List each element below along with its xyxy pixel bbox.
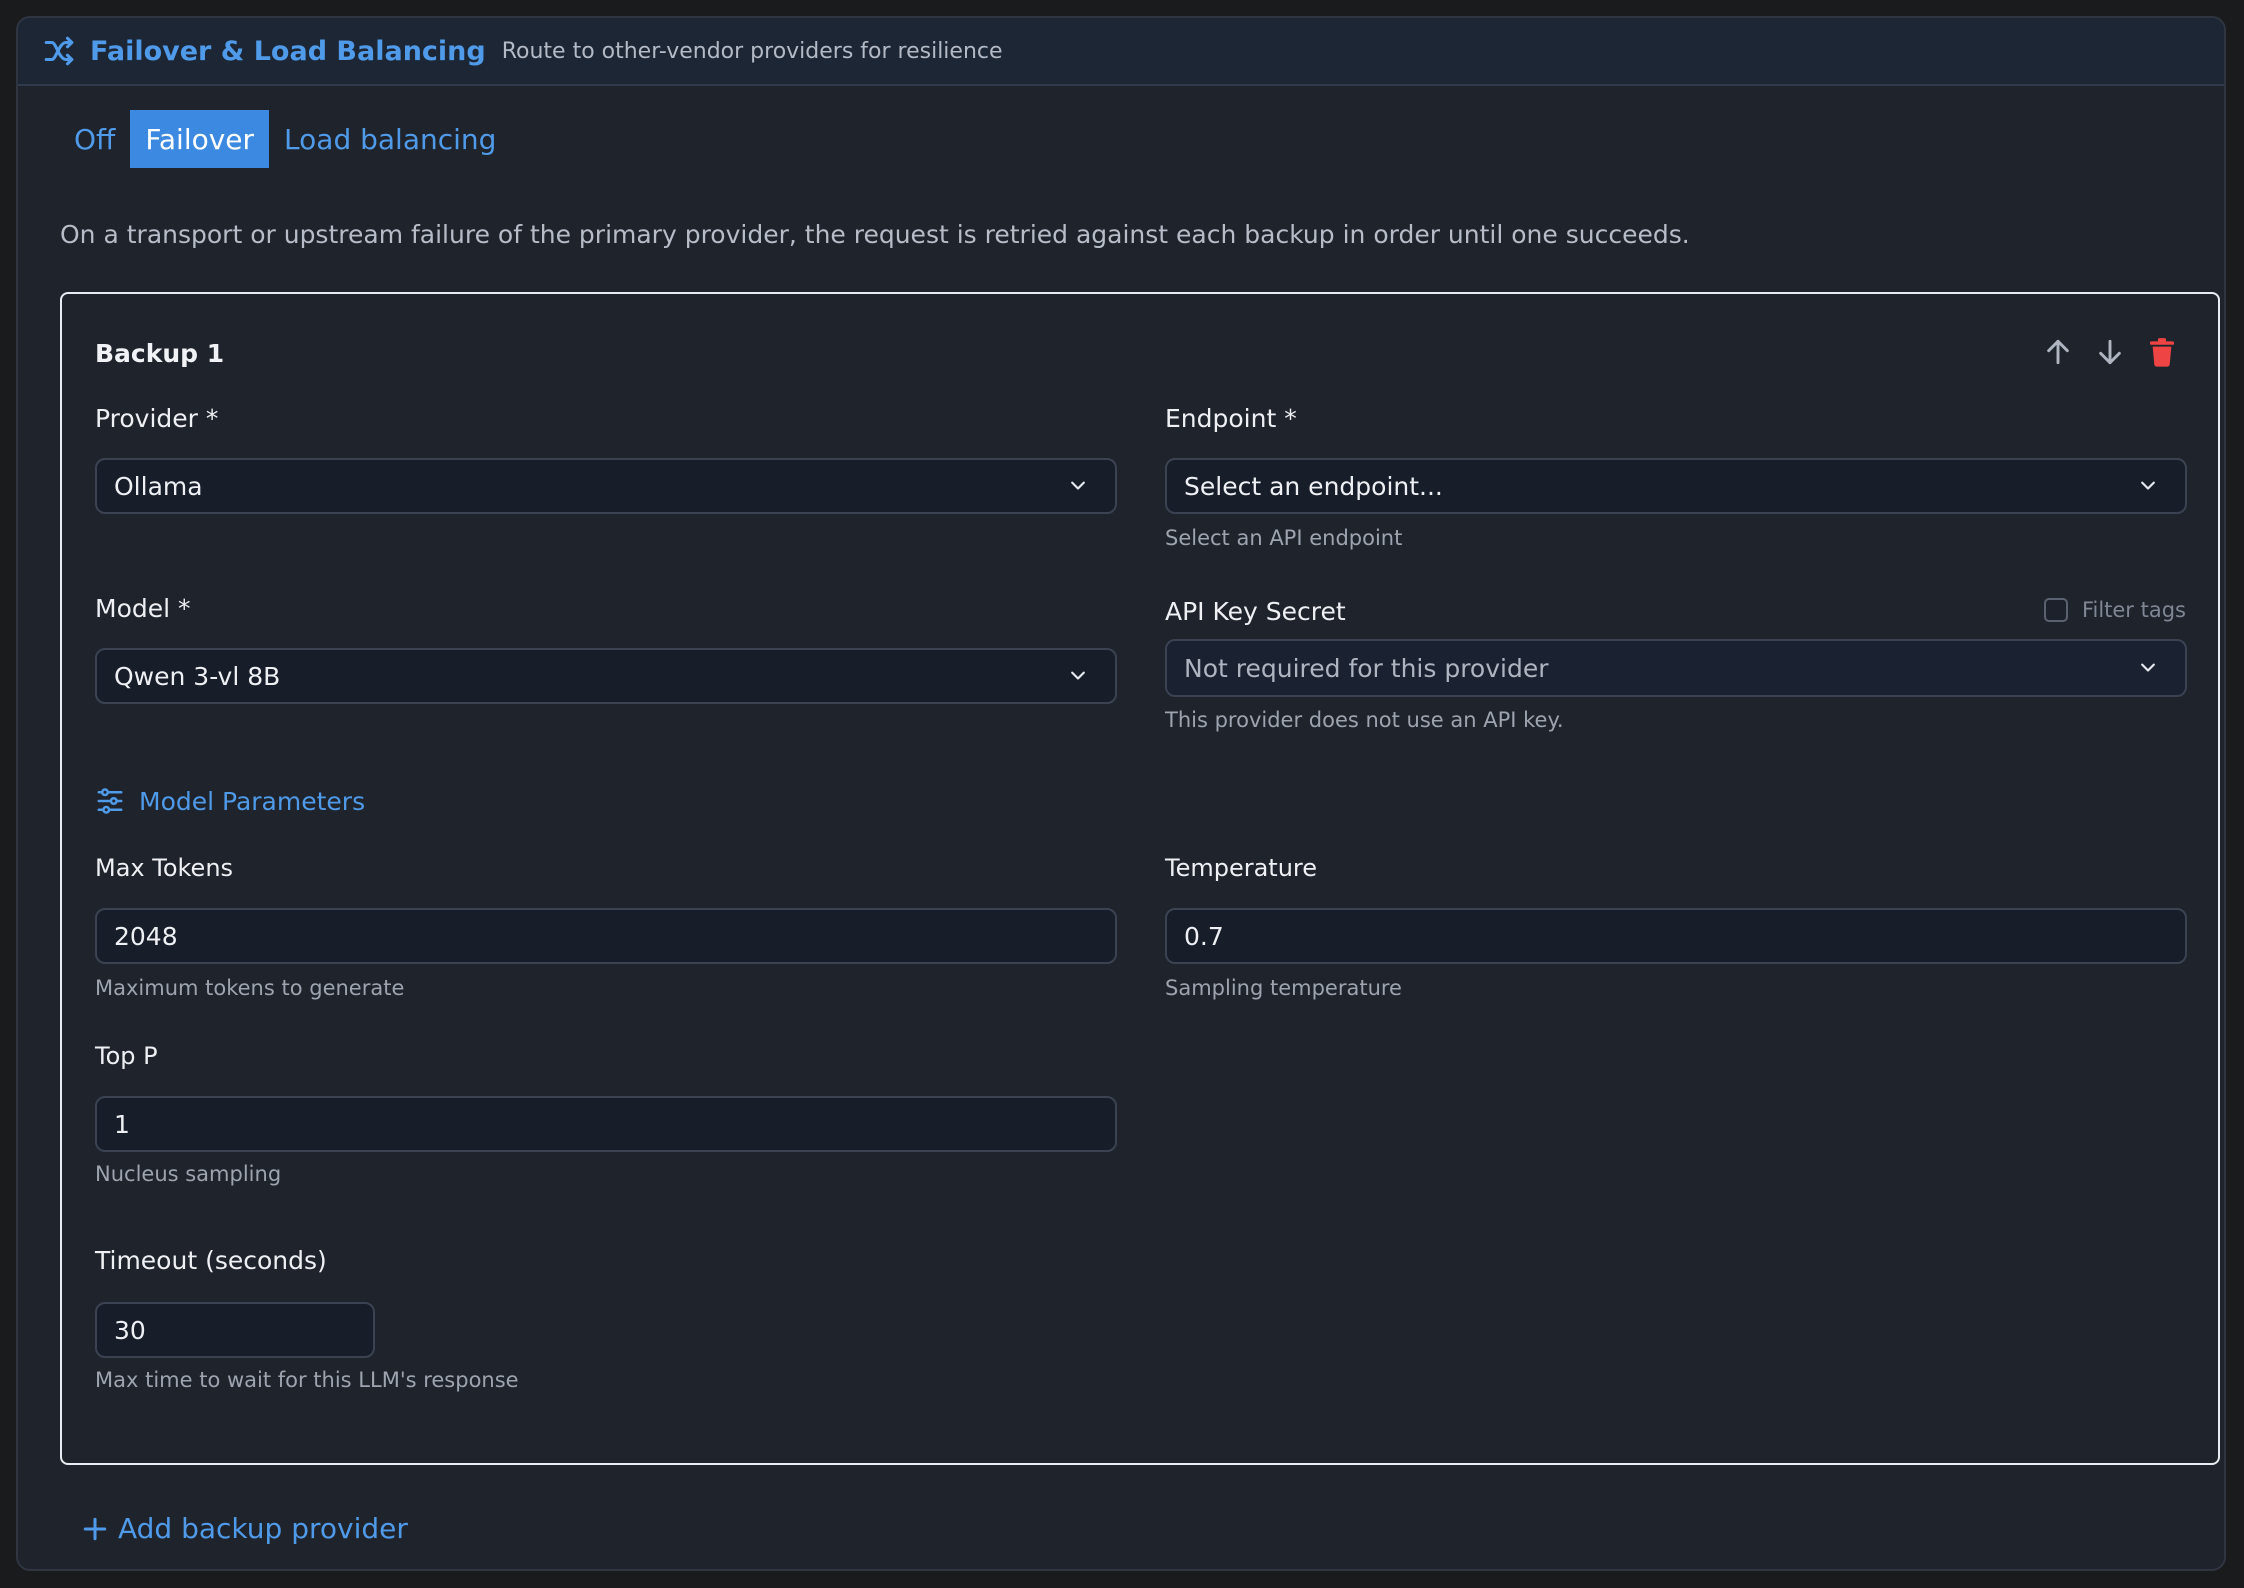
chevron-down-icon	[1071, 481, 1085, 490]
temperature-value: 0.7	[1184, 921, 1224, 951]
mode-load-balancing-tab[interactable]: Load balancing	[269, 110, 511, 168]
mode-selector: Off Failover Load balancing	[60, 110, 511, 168]
chevron-down-icon	[1071, 671, 1085, 680]
endpoint-hint: Select an API endpoint	[1165, 526, 1403, 550]
panel-header: Failover & Load Balancing Route to other…	[18, 18, 2224, 86]
provider-label: Provider *	[95, 404, 219, 433]
api-key-label: API Key Secret	[1165, 597, 1346, 626]
max-tokens-input[interactable]: 2048	[95, 908, 1117, 964]
model-select[interactable]: Qwen 3-vl 8B	[95, 648, 1117, 704]
top-p-input[interactable]: 1	[95, 1096, 1117, 1152]
backup-title: Backup 1	[95, 339, 225, 368]
timeout-label: Timeout (seconds)	[95, 1246, 327, 1275]
plus-icon	[83, 1517, 107, 1540]
max-tokens-label: Max Tokens	[95, 854, 234, 882]
top-p-hint: Nucleus sampling	[95, 1162, 282, 1186]
failover-panel: Failover & Load Balancing Route to other…	[16, 16, 2226, 1571]
max-tokens-value: 2048	[114, 921, 178, 951]
add-backup-button[interactable]: Add backup provider	[82, 1512, 408, 1545]
move-up-icon[interactable]	[2042, 336, 2074, 368]
filter-tags-checkbox[interactable]	[2043, 598, 2068, 622]
max-tokens-hint: Maximum tokens to generate	[95, 976, 405, 1000]
top-p-value: 1	[114, 1109, 130, 1139]
mode-failover-tab[interactable]: Failover	[130, 110, 270, 168]
trash-icon[interactable]	[2146, 336, 2178, 368]
add-backup-label: Add backup provider	[118, 1512, 408, 1545]
model-parameters-label: Model Parameters	[139, 786, 366, 816]
sliders-icon	[97, 788, 123, 814]
move-down-icon[interactable]	[2094, 336, 2126, 368]
temperature-hint: Sampling temperature	[1165, 976, 1402, 1000]
endpoint-label: Endpoint *	[1165, 404, 1297, 433]
provider-select[interactable]: Ollama	[95, 458, 1117, 514]
temperature-label: Temperature	[1165, 854, 1318, 882]
api-key-select[interactable]: Not required for this provider	[1165, 639, 2187, 697]
chevron-down-icon	[2141, 663, 2155, 672]
model-parameters-toggle[interactable]: Model Parameters	[95, 786, 365, 816]
chevron-down-icon	[2141, 481, 2155, 490]
panel-subtitle: Route to other-vendor providers for resi…	[501, 38, 1003, 64]
timeout-input[interactable]: 30	[95, 1302, 375, 1358]
endpoint-placeholder: Select an endpoint...	[1184, 471, 1443, 501]
api-key-value: Not required for this provider	[1184, 653, 1549, 683]
panel-title: Failover & Load Balancing	[90, 35, 486, 67]
filter-tags-label: Filter tags	[2081, 598, 2186, 622]
mode-off-tab[interactable]: Off	[60, 110, 130, 168]
model-label: Model *	[95, 594, 191, 623]
mode-description: On a transport or upstream failure of th…	[60, 220, 1690, 249]
timeout-value: 30	[114, 1315, 146, 1345]
backup-actions	[2042, 336, 2178, 368]
shuffle-icon	[44, 36, 74, 66]
api-key-hint: This provider does not use an API key.	[1165, 708, 1564, 732]
provider-value: Ollama	[114, 471, 203, 501]
backup-card: Backup 1 Provider * Ollama Endpoint * Se…	[60, 292, 2220, 1465]
filter-tags-toggle[interactable]: Filter tags	[2043, 598, 2186, 622]
top-p-label: Top P	[95, 1042, 158, 1070]
temperature-input[interactable]: 0.7	[1165, 908, 2187, 964]
timeout-hint: Max time to wait for this LLM's response	[95, 1368, 519, 1392]
model-value: Qwen 3-vl 8B	[114, 661, 281, 691]
endpoint-select[interactable]: Select an endpoint...	[1165, 458, 2187, 514]
